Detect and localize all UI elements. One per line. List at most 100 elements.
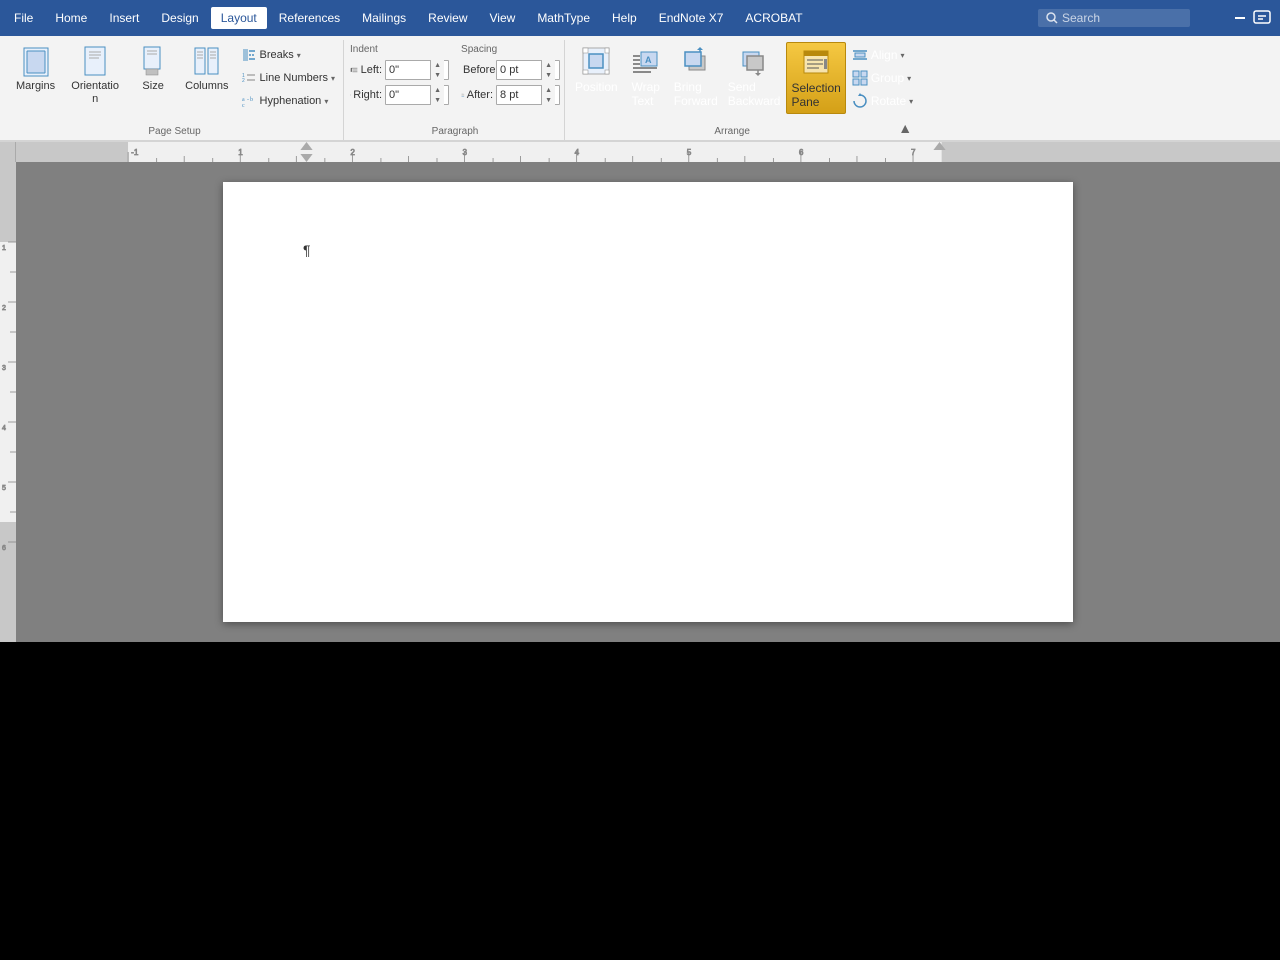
- svg-text:1: 1: [2, 245, 6, 252]
- breaks-icon: [241, 47, 257, 63]
- ruler-side-left: [0, 142, 16, 162]
- menu-design[interactable]: Design: [151, 7, 208, 29]
- spacing-before-input[interactable]: ▲ ▼: [496, 60, 560, 80]
- svg-text:5: 5: [2, 485, 6, 492]
- wrap-text-button[interactable]: A Wrap Text: [624, 42, 668, 112]
- spacing-before-label: Before:: [461, 63, 493, 77]
- menu-view[interactable]: View: [480, 7, 526, 29]
- align-chevron: ▾: [901, 51, 905, 60]
- spacing-block: Spacing Before:: [461, 44, 560, 106]
- indent-left-spinners[interactable]: ▲ ▼: [430, 60, 444, 80]
- minimize-icon[interactable]: [1232, 10, 1248, 26]
- indent-right-up[interactable]: ▲: [431, 85, 444, 95]
- size-icon: [137, 46, 169, 78]
- menubar: File Home Insert Design Layout Reference…: [0, 0, 1280, 36]
- paragraph-group-label: Paragraph: [350, 124, 560, 140]
- arrange-group-label: Arrange: [571, 124, 893, 140]
- columns-icon: [191, 46, 223, 78]
- ribbon-collapse-button[interactable]: ▲: [893, 116, 917, 140]
- breaks-button[interactable]: Breaks ▾: [237, 44, 340, 66]
- spacing-before-field[interactable]: [497, 61, 541, 79]
- spacing-after-input[interactable]: ▲ ▼: [496, 85, 560, 105]
- rotate-button[interactable]: Rotate ▾: [848, 90, 917, 112]
- margins-button[interactable]: Margins: [10, 42, 61, 112]
- svg-text:A: A: [645, 55, 652, 65]
- indent-block: Indent Left:: [350, 44, 449, 106]
- bring-forward-icon: [681, 46, 711, 78]
- indent-left-label: Left:: [350, 63, 382, 77]
- indent-right-field[interactable]: [386, 86, 430, 104]
- svg-text:b: b: [250, 97, 253, 103]
- align-button[interactable]: Align ▾: [848, 44, 917, 66]
- wrap-text-icon: A: [631, 46, 661, 78]
- menu-help[interactable]: Help: [602, 7, 647, 29]
- indent-title: Indent: [350, 44, 449, 55]
- svg-text:6: 6: [799, 148, 804, 157]
- indent-spacing-section: Indent Left:: [350, 42, 560, 106]
- spacing-after-up[interactable]: ▲: [542, 85, 555, 95]
- ribbon-group-paragraph: Indent Left:: [346, 40, 565, 140]
- indent-left-field[interactable]: [386, 61, 430, 79]
- hyphenation-button[interactable]: a - b c Hyphenation ▾: [237, 90, 340, 112]
- spacing-after-row: After: ▲ ▼: [461, 84, 560, 106]
- spacing-before-spinners[interactable]: ▲ ▼: [541, 60, 555, 80]
- svg-text:3: 3: [2, 365, 6, 372]
- document-page[interactable]: ¶: [223, 182, 1073, 622]
- vertical-ruler-svg: 1 2 3 4 5 6: [0, 162, 16, 642]
- spacing-after-icon: [461, 88, 465, 102]
- spacing-after-down[interactable]: ▼: [542, 95, 555, 105]
- menu-home[interactable]: Home: [45, 7, 97, 29]
- ruler-svg: -1 1 2 3 4 5 6 7: [16, 142, 1280, 162]
- menu-mathtype[interactable]: MathType: [527, 7, 600, 29]
- spacing-before-row: Before: ▲ ▼: [461, 59, 560, 81]
- rotate-chevron: ▾: [909, 97, 913, 106]
- ruler-main: -1 1 2 3 4 5 6 7: [16, 142, 1280, 162]
- size-button[interactable]: Size: [129, 42, 177, 112]
- spacing-after-field[interactable]: [497, 86, 541, 104]
- indent-left-icon: [350, 63, 359, 77]
- spacing-before-down[interactable]: ▼: [542, 70, 555, 80]
- search-input[interactable]: [1062, 11, 1182, 25]
- indent-right-input[interactable]: ▲ ▼: [385, 85, 449, 105]
- page-setup-group-label: Page Setup: [10, 124, 339, 140]
- search-box[interactable]: [1038, 9, 1190, 27]
- selection-pane-label: Selection Pane: [791, 81, 840, 109]
- bring-forward-label: Bring Forward: [674, 80, 718, 108]
- send-backward-icon: [739, 46, 769, 78]
- menu-references[interactable]: References: [269, 7, 350, 29]
- indent-left-up[interactable]: ▲: [431, 60, 444, 70]
- position-button[interactable]: Position: [571, 42, 622, 110]
- svg-text:c: c: [242, 103, 245, 109]
- wrap-text-label: Wrap Text: [632, 80, 660, 108]
- columns-label: Columns: [185, 80, 228, 93]
- indent-right-down[interactable]: ▼: [431, 95, 444, 105]
- spacing-before-up[interactable]: ▲: [542, 60, 555, 70]
- bring-forward-button[interactable]: Bring Forward: [670, 42, 722, 112]
- indent-left-down[interactable]: ▼: [431, 70, 444, 80]
- size-label: Size: [142, 80, 163, 93]
- send-backward-button[interactable]: Send Backward: [724, 42, 785, 112]
- indent-right-icon: [350, 88, 351, 102]
- menu-mailings[interactable]: Mailings: [352, 7, 416, 29]
- menu-review[interactable]: Review: [418, 7, 477, 29]
- orientation-button[interactable]: Orientation: [63, 42, 127, 112]
- spacing-after-spinners[interactable]: ▲ ▼: [541, 85, 555, 105]
- menu-file[interactable]: File: [4, 7, 43, 29]
- svg-text:2: 2: [2, 305, 6, 312]
- line-numbers-button[interactable]: 1 2 Line Numbers ▾: [237, 67, 340, 89]
- indent-left-input[interactable]: ▲ ▼: [385, 60, 449, 80]
- group-icon: [852, 70, 868, 86]
- selection-pane-icon: [801, 47, 831, 79]
- menu-layout[interactable]: Layout: [211, 7, 267, 29]
- menu-insert[interactable]: Insert: [99, 7, 149, 29]
- group-button[interactable]: Group ▾: [848, 67, 917, 89]
- columns-button[interactable]: Columns: [179, 42, 234, 112]
- indent-right-spinners[interactable]: ▲ ▼: [430, 85, 444, 105]
- hyphenation-chevron: ▾: [324, 97, 328, 106]
- ribbon: Margins Orientation: [0, 36, 1280, 142]
- menu-endnote[interactable]: EndNote X7: [649, 7, 734, 29]
- menu-acrobat[interactable]: ACROBAT: [735, 7, 812, 29]
- selection-pane-button[interactable]: Selection Pane: [786, 42, 845, 114]
- chat-icon[interactable]: [1252, 8, 1272, 28]
- document-canvas[interactable]: ¶: [16, 162, 1280, 642]
